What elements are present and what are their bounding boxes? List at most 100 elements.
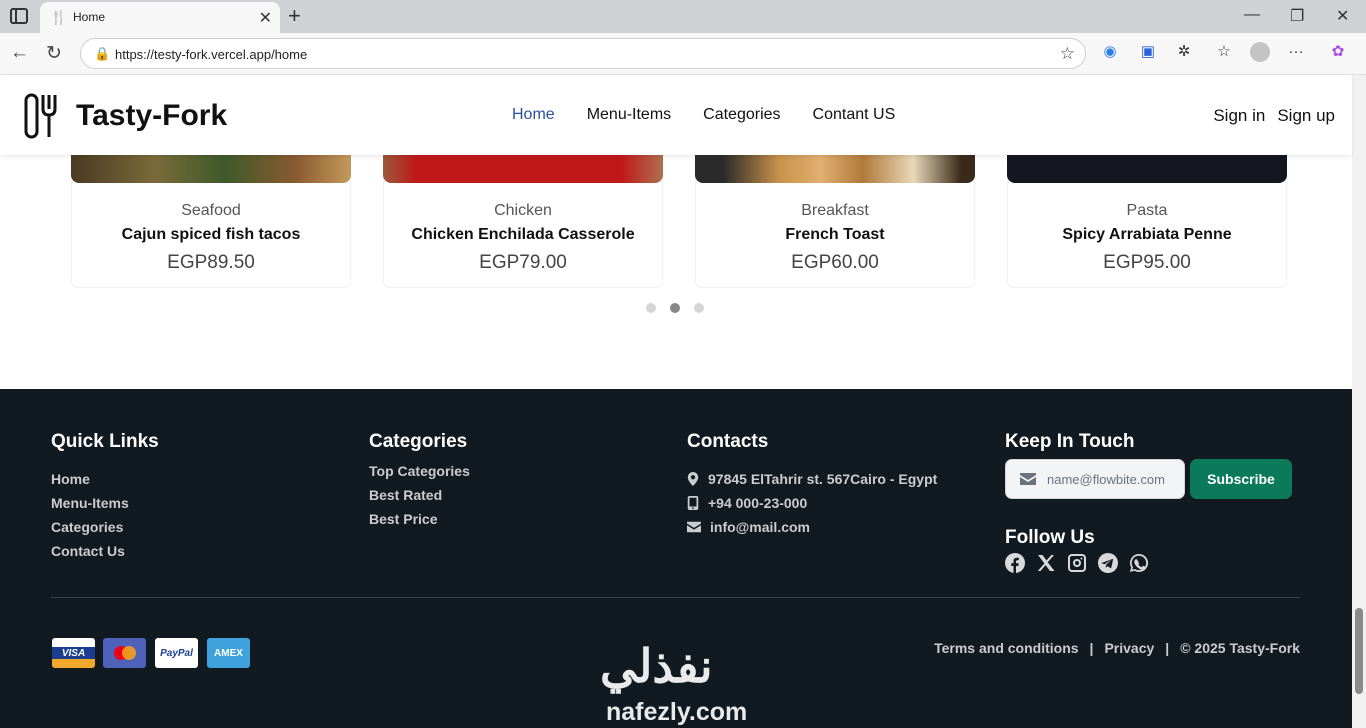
envelope-icon bbox=[687, 521, 701, 533]
footer-link-menu-items[interactable]: Menu-Items bbox=[51, 495, 159, 511]
contact-address: 97845 ElTahrir st. 567Cairo - Egypt bbox=[687, 471, 937, 487]
page-scrollbar[interactable] bbox=[1352, 75, 1366, 728]
main-nav: Home Menu-Items Categories Contant US bbox=[512, 106, 895, 124]
fork-knife-favicon-icon: 🍴 bbox=[50, 9, 68, 25]
product-image[interactable] bbox=[383, 155, 663, 183]
quick-links-heading: Quick Links bbox=[51, 431, 159, 452]
contacts-heading: Contacts bbox=[687, 431, 769, 452]
product-card[interactable]: Pasta Spicy Arrabiata Penne EGP95.00 bbox=[1007, 155, 1287, 288]
scrollbar-thumb[interactable] bbox=[1355, 608, 1363, 694]
categories-column: Categories Top Categories Best Rated Bes… bbox=[369, 431, 470, 535]
extensions-puzzle-icon[interactable]: ✲ bbox=[1174, 42, 1194, 62]
restore-icon[interactable]: ❐ bbox=[1290, 6, 1304, 26]
tab-title: Home bbox=[73, 10, 106, 24]
copyright-text: © 2025 Tasty-Fork bbox=[1180, 640, 1300, 656]
back-icon[interactable]: ← bbox=[10, 42, 29, 64]
footer-link-top-categories[interactable]: Top Categories bbox=[369, 463, 470, 479]
product-carousel: Seafood Cajun spiced fish tacos EGP89.50… bbox=[0, 155, 1352, 389]
address-text: 97845 ElTahrir st. 567Cairo - Egypt bbox=[708, 471, 938, 487]
contact-phone: +94 000-23-000 bbox=[687, 495, 937, 511]
carousel-dot[interactable] bbox=[694, 303, 704, 313]
legal-links: Terms and conditions | Privacy | © 2025 Tast… bbox=[934, 640, 1300, 656]
separator: | bbox=[1089, 640, 1094, 656]
carousel-dot-active[interactable] bbox=[670, 303, 680, 313]
carousel-dot[interactable] bbox=[646, 303, 656, 313]
email-text[interactable]: info@mail.com bbox=[710, 519, 810, 535]
browser-extension-icon[interactable]: ◉ bbox=[1100, 42, 1120, 62]
browser-address-bar: ← ↻ 🔒 https://testy-fork.vercel.app/home… bbox=[0, 33, 1366, 75]
watermark-latin: nafezly.com bbox=[606, 698, 748, 726]
terms-link[interactable]: Terms and conditions bbox=[934, 640, 1078, 656]
product-image[interactable] bbox=[71, 155, 351, 183]
contacts-column: Contacts 97845 ElTahrir st. 567Cairo - E… bbox=[687, 431, 937, 543]
nav-home[interactable]: Home bbox=[512, 106, 555, 124]
url-field[interactable]: 🔒 https://testy-fork.vercel.app/home ☆ bbox=[80, 38, 1086, 69]
footer-link-categories[interactable]: Categories bbox=[51, 519, 159, 535]
mobile-phone-icon bbox=[687, 496, 699, 510]
footer-link-contact-us[interactable]: Contact Us bbox=[51, 543, 159, 559]
nav-menu-items[interactable]: Menu-Items bbox=[587, 106, 671, 124]
instagram-icon[interactable] bbox=[1067, 553, 1087, 573]
product-name[interactable]: Spicy Arrabiata Penne bbox=[1008, 226, 1286, 244]
new-tab-icon[interactable]: + bbox=[288, 3, 301, 29]
footer-divider bbox=[51, 597, 1300, 598]
product-price: EGP79.00 bbox=[479, 252, 567, 273]
minimize-icon[interactable]: — bbox=[1244, 6, 1260, 24]
keep-in-touch-heading: Keep In Touch bbox=[1005, 431, 1135, 452]
mastercard-icon bbox=[103, 638, 146, 668]
facebook-icon[interactable] bbox=[1005, 553, 1025, 573]
whatsapp-icon[interactable] bbox=[1129, 553, 1149, 573]
product-category: Pasta bbox=[1126, 202, 1168, 219]
product-price: EGP60.00 bbox=[791, 252, 879, 273]
nav-contact-us[interactable]: Contant US bbox=[813, 106, 896, 124]
site-footer: Quick Links Home Menu-Items Categories C… bbox=[0, 389, 1352, 728]
product-image[interactable] bbox=[695, 155, 975, 183]
site-info-icon[interactable]: 🔒 bbox=[94, 46, 110, 62]
brand-name[interactable]: Tasty-Fork bbox=[76, 99, 227, 133]
separator: | bbox=[1165, 640, 1170, 656]
contact-email: info@mail.com bbox=[687, 519, 937, 535]
close-window-icon[interactable]: ✕ bbox=[1336, 6, 1349, 26]
envelope-icon bbox=[1020, 473, 1036, 485]
profile-avatar-icon[interactable] bbox=[1250, 42, 1270, 62]
follow-us-heading: Follow Us bbox=[1005, 527, 1095, 548]
nav-categories[interactable]: Categories bbox=[703, 106, 780, 124]
watermark-arabic: نفذلي bbox=[600, 640, 713, 692]
product-name[interactable]: French Toast bbox=[696, 226, 974, 244]
fork-knife-logo-icon[interactable] bbox=[24, 91, 58, 139]
subscribe-button[interactable]: Subscribe bbox=[1190, 459, 1292, 499]
favorites-icon[interactable]: ☆ bbox=[1214, 42, 1234, 62]
phone-text[interactable]: +94 000-23-000 bbox=[708, 495, 807, 511]
site-header: Tasty-Fork Home Menu-Items Categories Co… bbox=[0, 75, 1352, 155]
product-card[interactable]: Chicken Chicken Enchilada Casserole EGP7… bbox=[383, 155, 663, 288]
product-name[interactable]: Cajun spiced fish tacos bbox=[72, 226, 350, 244]
map-pin-icon bbox=[687, 472, 699, 486]
footer-link-best-price[interactable]: Best Price bbox=[369, 511, 470, 527]
more-menu-icon[interactable]: ··· bbox=[1286, 42, 1306, 62]
browser-extension-icon[interactable]: ▣ bbox=[1138, 42, 1158, 62]
footer-link-best-rated[interactable]: Best Rated bbox=[369, 487, 470, 503]
x-icon[interactable] bbox=[1036, 553, 1056, 573]
sign-up-link[interactable]: Sign up bbox=[1277, 106, 1335, 126]
product-name[interactable]: Chicken Enchilada Casserole bbox=[384, 226, 662, 244]
browser-tab[interactable]: 🍴 Home ✕ bbox=[40, 2, 280, 33]
product-image[interactable] bbox=[1007, 155, 1287, 183]
tab-actions-icon[interactable] bbox=[10, 8, 28, 24]
social-links bbox=[1005, 553, 1149, 573]
product-card[interactable]: Breakfast French Toast EGP60.00 bbox=[695, 155, 975, 288]
newsletter-email-input[interactable]: name@flowbite.com bbox=[1005, 459, 1185, 499]
url-text[interactable]: https://testy-fork.vercel.app/home bbox=[115, 47, 307, 62]
newsletter-placeholder: name@flowbite.com bbox=[1047, 472, 1165, 487]
browser-tab-bar: 🍴 Home ✕ + — ❐ ✕ bbox=[0, 0, 1366, 33]
telegram-icon[interactable] bbox=[1098, 553, 1118, 573]
copilot-icon[interactable]: ✿ bbox=[1328, 42, 1348, 62]
visa-card-icon: VISA bbox=[52, 638, 95, 668]
sign-in-link[interactable]: Sign in bbox=[1213, 106, 1265, 126]
favorite-star-icon[interactable]: ☆ bbox=[1060, 44, 1075, 64]
close-tab-icon[interactable]: ✕ bbox=[259, 8, 272, 28]
product-card[interactable]: Seafood Cajun spiced fish tacos EGP89.50 bbox=[71, 155, 351, 288]
reload-icon[interactable]: ↻ bbox=[46, 42, 62, 65]
auth-links: Sign in Sign up bbox=[1213, 106, 1335, 126]
privacy-link[interactable]: Privacy bbox=[1104, 640, 1154, 656]
footer-link-home[interactable]: Home bbox=[51, 471, 159, 487]
